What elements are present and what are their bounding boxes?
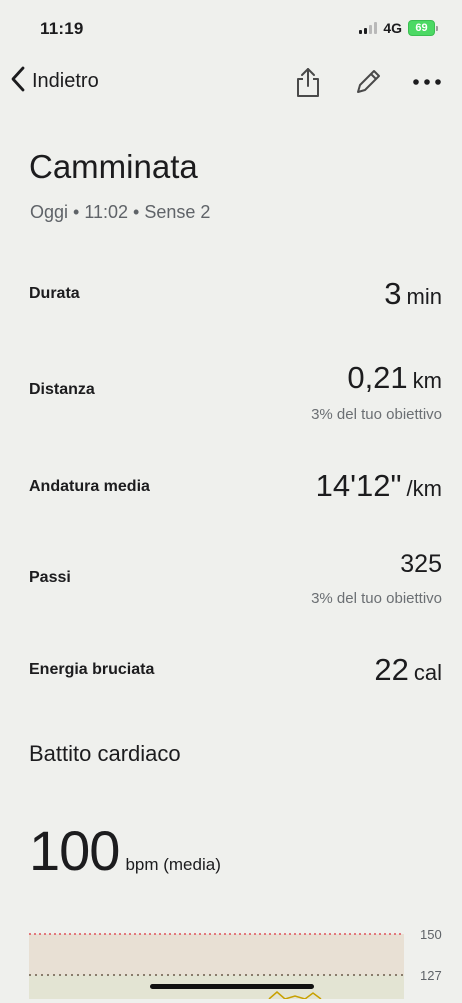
nav-bar: Indietro bbox=[0, 60, 462, 104]
metric-label: Energia bruciata bbox=[29, 661, 155, 678]
metric-goal-percent: 3% del tuo obiettivo bbox=[311, 590, 442, 607]
battery-icon: 69 bbox=[408, 20, 438, 36]
metric-value: 0,21 km bbox=[347, 360, 442, 396]
metric-label: Passi bbox=[29, 569, 71, 586]
metric-number: 22 bbox=[374, 652, 409, 687]
heart-rate-title: Battito cardiaco bbox=[29, 741, 181, 766]
metric-goal-percent: 3% del tuo obiettivo bbox=[311, 406, 442, 423]
metric-number: 325 bbox=[400, 550, 442, 578]
chart-tick-lower: 127 bbox=[420, 968, 442, 983]
metric-label: Durata bbox=[29, 285, 80, 302]
heart-rate-number: 100 bbox=[29, 819, 120, 882]
metric-value: 325 bbox=[400, 550, 442, 579]
metric-number: 14'12" bbox=[315, 468, 402, 503]
network-type: 4G bbox=[383, 20, 402, 36]
chart-top-zone bbox=[29, 934, 404, 975]
cellular-signal-icon bbox=[359, 22, 378, 34]
metric-number: 3 bbox=[384, 276, 402, 311]
status-time: 11:19 bbox=[40, 19, 84, 38]
metric-label: Andatura media bbox=[29, 478, 150, 495]
metric-value: 3 min bbox=[384, 276, 442, 312]
back-label: Indietro bbox=[32, 69, 99, 92]
status-bar: 11:19 4G 69 bbox=[0, 0, 462, 56]
metric-unit: cal bbox=[413, 660, 442, 685]
more-icon[interactable] bbox=[411, 66, 443, 98]
metric-value: 14'12"/km bbox=[316, 468, 442, 504]
status-indicators: 4G 69 bbox=[359, 20, 438, 36]
activity-title: Camminata bbox=[29, 148, 198, 185]
activity-subtitle: Oggi • 11:02 • Sense 2 bbox=[30, 202, 211, 222]
pencil-icon[interactable] bbox=[352, 66, 384, 98]
heart-rate-unit: bpm (media) bbox=[125, 855, 221, 874]
chevron-left-icon bbox=[10, 66, 26, 96]
metric-label: Distanza bbox=[29, 381, 95, 398]
metric-unit: min bbox=[406, 284, 442, 309]
metric-unit: km bbox=[412, 368, 442, 393]
share-icon[interactable] bbox=[292, 66, 324, 98]
back-button[interactable]: Indietro bbox=[10, 66, 99, 96]
chart-tick-upper: 150 bbox=[420, 927, 442, 942]
heart-rate-average: 100 bpm (media) bbox=[29, 818, 221, 883]
metric-number: 0,21 bbox=[347, 360, 408, 395]
metric-unit: /km bbox=[406, 476, 442, 501]
battery-level: 69 bbox=[408, 20, 435, 36]
home-indicator[interactable] bbox=[150, 984, 314, 989]
metric-value: 22 cal bbox=[374, 652, 442, 688]
